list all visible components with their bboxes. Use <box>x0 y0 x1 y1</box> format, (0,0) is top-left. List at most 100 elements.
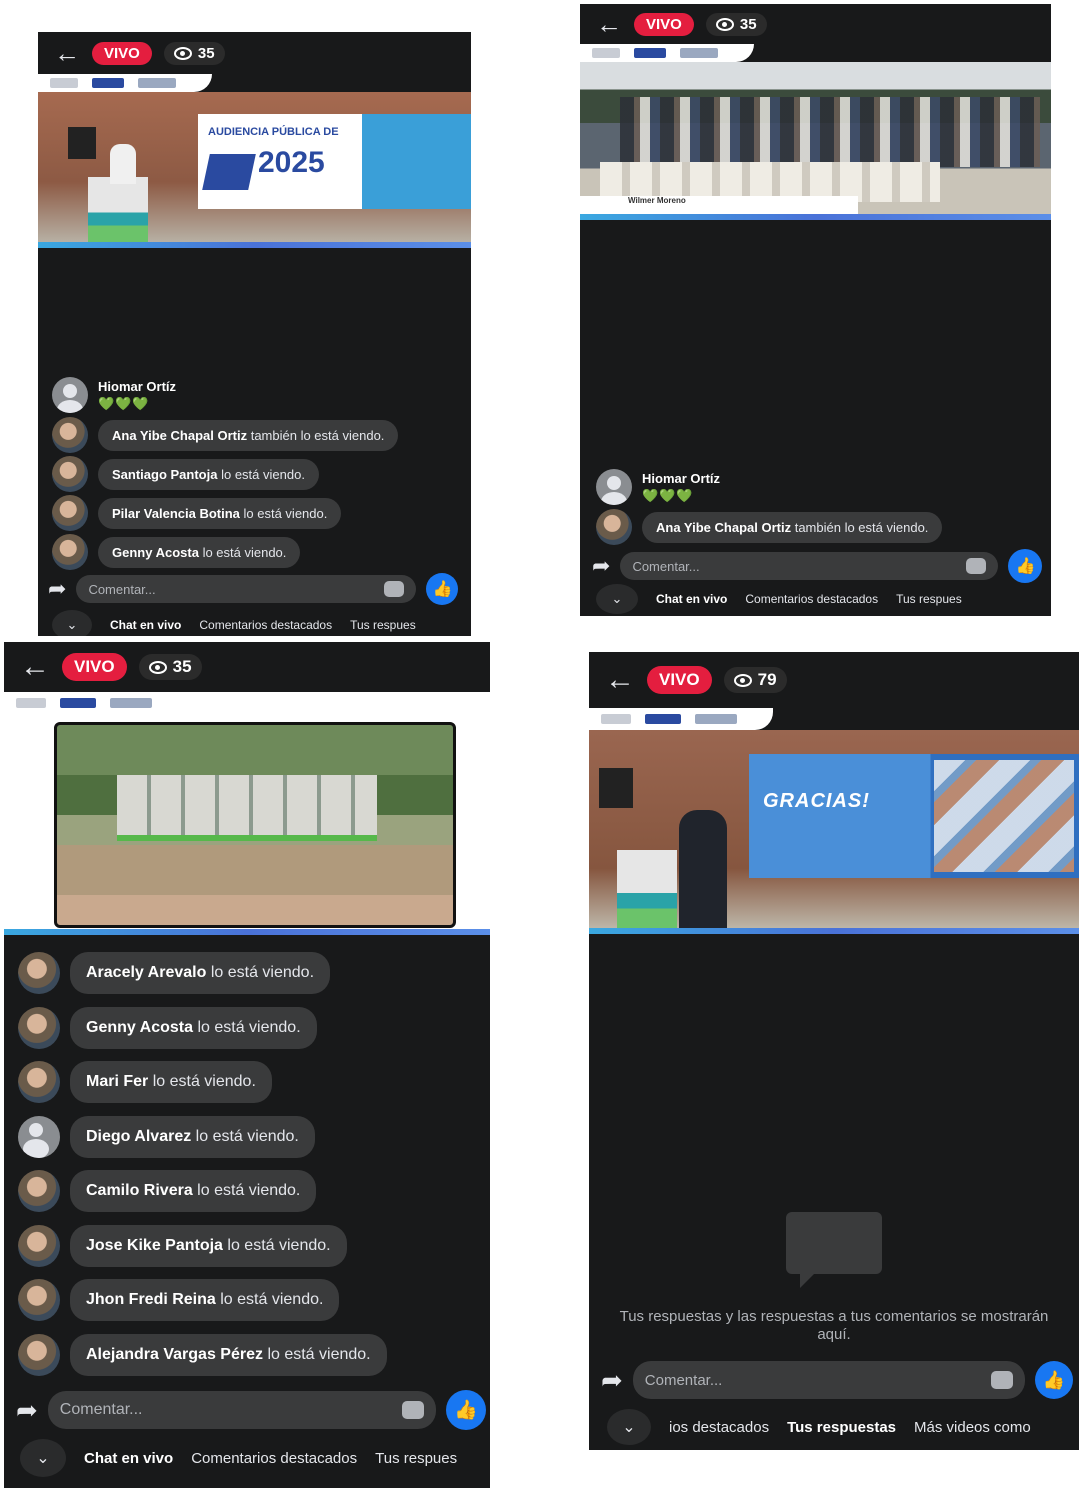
bottom-tabs: ⌄ Chat en vivo Comentarios destacados Tu… <box>596 584 962 614</box>
viewer-count: 35 <box>705 12 767 36</box>
comment-item: Alejandra Vargas Pérez lo está viendo. <box>18 1334 387 1376</box>
like-button[interactable]: 👍 <box>1008 549 1043 583</box>
viewer-count: 35 <box>163 41 225 65</box>
share-icon[interactable]: ➦ <box>592 553 610 579</box>
comment-input[interactable]: Comentar... <box>76 575 417 603</box>
eye-icon <box>173 46 192 60</box>
empty-state-icon <box>786 1212 882 1288</box>
avatar <box>18 1116 60 1158</box>
back-arrow-icon[interactable]: ← <box>20 652 50 682</box>
tab-comentarios-destacados[interactable]: Comentarios destacados <box>199 618 332 632</box>
comment-bubble: Aracely Arevalo lo está viendo. <box>70 952 331 994</box>
live-panel-1: ← VIVO 35 AUDIENCIA PÚBLICA DE 2025 Hiom… <box>38 32 471 636</box>
sticker-icon[interactable] <box>990 1371 1013 1389</box>
sponsor-logos <box>580 44 754 62</box>
comment-item: Diego Alvarez lo está viendo. <box>18 1116 315 1158</box>
tab-comentarios-destacados[interactable]: Comentarios destacados <box>745 592 878 606</box>
eye-icon <box>148 660 167 674</box>
top-bar: ← VIVO 35 <box>38 32 471 74</box>
share-icon[interactable]: ➦ <box>601 1365 623 1396</box>
tab-tus-respuestas[interactable]: Tus respues <box>896 592 962 606</box>
live-badge: VIVO <box>62 653 127 681</box>
sponsor-logos <box>4 692 188 714</box>
share-icon[interactable]: ➦ <box>16 1395 38 1426</box>
share-icon[interactable]: ➦ <box>48 576 66 602</box>
check-mark-icon <box>202 154 256 190</box>
video-frame[interactable]: Wilmer Moreno <box>580 62 1051 214</box>
video-frame[interactable]: GRACIAS! <box>589 730 1079 928</box>
live-panel-4: ← VIVO 79 GRACIAS! Tus respuestas y las … <box>589 652 1079 1450</box>
lower-third-name: Wilmer Moreno <box>628 196 686 205</box>
tab-tus-respuestas[interactable]: Tus respues <box>350 618 416 632</box>
like-button[interactable]: 👍 <box>1034 1361 1073 1399</box>
avatar <box>52 377 88 413</box>
bottom-tabs: ⌄ Chat en vivo Comentarios destacados Tu… <box>20 1439 457 1477</box>
logo-3 <box>680 48 718 58</box>
comment-item: Mari Fer lo está viendo. <box>18 1061 272 1103</box>
live-badge: VIVO <box>647 666 712 694</box>
top-bar: ← VIVO 35 <box>4 642 490 692</box>
tab-chat-en-vivo[interactable]: Chat en vivo <box>656 592 727 606</box>
comment-item: Pilar Valencia Botina lo está viendo. <box>52 495 342 531</box>
comment-bar: ➦ Comentar... 👍 <box>601 1361 1073 1399</box>
logo-1 <box>16 698 46 708</box>
avatar <box>18 1170 60 1212</box>
tab-tus-respuestas[interactable]: Tus respues <box>375 1450 457 1467</box>
like-button[interactable]: 👍 <box>426 573 459 605</box>
audience-crowd <box>620 97 1040 167</box>
chevron-down-icon[interactable]: ⌄ <box>52 610 92 636</box>
tab-chat-en-vivo[interactable]: Chat en vivo <box>110 618 181 632</box>
comment-bubble: Camilo Rivera lo está viendo. <box>70 1170 317 1212</box>
avatar <box>18 1007 60 1049</box>
live-badge: VIVO <box>92 41 152 65</box>
comment-item: Santiago Pantoja lo está viendo. <box>52 456 319 492</box>
avatar <box>52 417 88 453</box>
aerial-photo[interactable] <box>54 722 456 928</box>
chevron-down-icon[interactable]: ⌄ <box>596 584 638 614</box>
logo-3 <box>138 78 176 88</box>
hearts-emoji: 💚💚💚 <box>98 395 150 411</box>
chevron-down-icon[interactable]: ⌄ <box>20 1439 66 1477</box>
video-frame[interactable]: AUDIENCIA PÚBLICA DE 2025 <box>38 92 471 242</box>
logo-3 <box>695 714 737 724</box>
sticker-icon[interactable] <box>966 558 987 574</box>
sticker-icon[interactable] <box>401 1401 424 1419</box>
eye-icon <box>715 17 734 31</box>
back-arrow-icon[interactable]: ← <box>54 40 80 66</box>
logo-2 <box>60 698 96 708</box>
screen-title: AUDIENCIA PÚBLICA DE <box>208 126 339 138</box>
speaker <box>110 144 136 184</box>
back-arrow-icon[interactable]: ← <box>596 11 622 37</box>
commenter-name: Hiomar Ortíz <box>98 378 177 394</box>
bottom-tabs: ⌄ ios destacados Tus respuestas Más vide… <box>607 1409 1031 1445</box>
speaker-podium <box>617 850 677 928</box>
logo-2 <box>645 714 681 724</box>
tab-chat-en-vivo[interactable]: Chat en vivo <box>84 1450 173 1467</box>
avatar <box>596 509 632 545</box>
projection-screen: AUDIENCIA PÚBLICA DE 2025 <box>198 114 471 209</box>
comment-bar: ➦ Comentar... 👍 <box>16 1390 486 1430</box>
tab-comentarios-destacados[interactable]: ios destacados <box>669 1419 769 1436</box>
photo-collage <box>934 760 1074 872</box>
comment-input[interactable]: Comentar... <box>620 552 999 580</box>
chevron-down-icon[interactable]: ⌄ <box>607 1409 651 1445</box>
back-arrow-icon[interactable]: ← <box>605 665 635 695</box>
comment-input[interactable]: Comentar... <box>632 1361 1025 1399</box>
comment-bubble: Ana Yibe Chapal Ortiz también lo está vi… <box>98 419 399 451</box>
sticker-icon[interactable] <box>384 581 405 597</box>
empty-state-message: Tus respuestas y las respuestas a tus co… <box>619 1308 1049 1343</box>
comment-item: Hiomar Ortíz 💚💚💚 <box>52 377 176 413</box>
like-button[interactable]: 👍 <box>445 1390 486 1430</box>
avatar <box>18 1334 60 1376</box>
tab-mas-videos[interactable]: Más videos como <box>914 1419 1031 1436</box>
top-bar: ← VIVO 79 <box>589 652 1079 708</box>
comment-bubble: Mari Fer lo está viendo. <box>70 1061 272 1103</box>
avatar <box>52 495 88 531</box>
comment-bubble: Jhon Fredi Reina lo está viendo. <box>70 1279 340 1321</box>
tab-tus-respuestas[interactable]: Tus respuestas <box>787 1419 896 1436</box>
live-panel-2: ← VIVO 35 Wilmer Moreno Hiomar Ortíz 💚💚💚… <box>580 4 1051 616</box>
commenter-name: Hiomar Ortíz <box>642 470 721 486</box>
comment-input[interactable]: Comentar... <box>47 1391 436 1429</box>
comment-item: Camilo Rivera lo está viendo. <box>18 1170 317 1212</box>
tab-comentarios-destacados[interactable]: Comentarios destacados <box>191 1450 357 1467</box>
